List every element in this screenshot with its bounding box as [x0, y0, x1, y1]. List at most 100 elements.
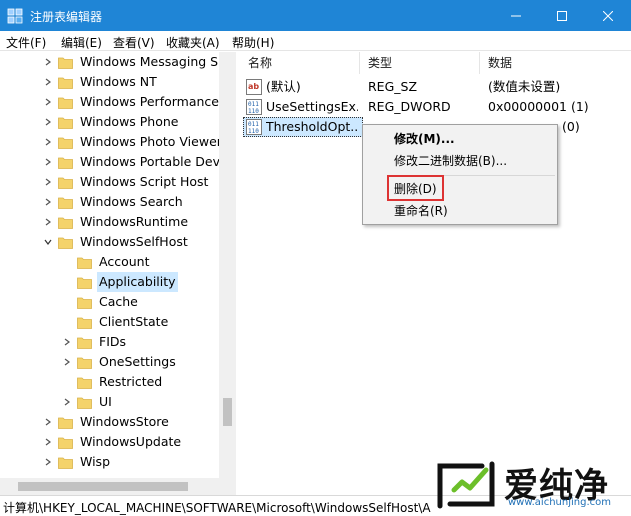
tree-item-label: Applicability: [97, 272, 178, 292]
svg-text:ab: ab: [248, 82, 259, 91]
tree-item-label: Windows NT: [80, 74, 157, 89]
tree-item-windowsupdate[interactable]: WindowsUpdate: [43, 432, 183, 452]
chevron-right-icon[interactable]: [43, 97, 53, 107]
tree-item-windowsselfhost[interactable]: WindowsSelfHost: [43, 232, 190, 252]
aichunjing-logo-icon: [437, 461, 495, 509]
column-name[interactable]: 名称: [240, 52, 360, 74]
folder-icon: [58, 176, 73, 189]
tree-item-windows-messaging-su[interactable]: Windows Messaging Su: [43, 52, 228, 72]
folder-icon: [58, 96, 73, 109]
close-button[interactable]: [585, 0, 631, 31]
tree-item-ui[interactable]: UI: [62, 392, 114, 412]
chevron-right-icon[interactable]: [43, 157, 53, 167]
tree-item-account[interactable]: Account: [62, 252, 151, 272]
string-value-icon: ab: [246, 79, 262, 95]
tree-item-label: Windows Performance T: [80, 94, 231, 109]
menu-file[interactable]: 文件(F): [6, 34, 46, 51]
chevron-right-icon[interactable]: [62, 397, 72, 407]
folder-icon: [77, 296, 92, 309]
tree-item-applicability[interactable]: Applicability: [62, 272, 178, 292]
minimize-button[interactable]: [493, 0, 539, 31]
tree-vertical-scroll-thumb[interactable]: [223, 398, 232, 426]
chevron-right-icon[interactable]: [43, 77, 53, 87]
value-row-default[interactable]: ab (默认) REG_SZ (数值未设置): [240, 77, 631, 97]
value-type: REG_DWORD: [368, 99, 451, 114]
tree-item-label: ClientState: [99, 314, 169, 329]
folder-icon: [58, 116, 73, 129]
tree-item-label: Cache: [99, 294, 138, 309]
chevron-right-icon[interactable]: [43, 457, 53, 467]
value-row-usesettings[interactable]: 011 110 UseSettingsEx... REG_DWORD 0x000…: [240, 97, 631, 117]
maximize-button[interactable]: [539, 0, 585, 31]
value-list[interactable]: 名称 类型 数据 ab (默认) REG_SZ (数值未设置) 011 110 …: [240, 52, 631, 494]
tree-item-label: Wisp: [80, 454, 111, 469]
chevron-right-icon[interactable]: [43, 137, 53, 147]
tree-item-label: Restricted: [99, 374, 163, 389]
list-header: 名称 类型 数据: [240, 52, 631, 74]
column-type[interactable]: 类型: [360, 52, 480, 74]
tree-item-fids[interactable]: FIDs: [62, 332, 128, 352]
tree-item-clientstate[interactable]: ClientState: [62, 312, 170, 332]
chevron-right-icon[interactable]: [62, 357, 72, 367]
chevron-right-icon[interactable]: [43, 437, 53, 447]
tree-item-onesettings[interactable]: OneSettings: [62, 352, 178, 372]
tree-item-restricted[interactable]: Restricted: [62, 372, 164, 392]
value-data: (数值未设置): [488, 79, 561, 94]
folder-icon: [77, 316, 92, 329]
folder-icon: [77, 256, 92, 269]
chevron-right-icon[interactable]: [62, 337, 72, 347]
tree-item-label: UI: [99, 394, 112, 409]
menu-edit[interactable]: 编辑(E): [61, 34, 102, 51]
tree-item-windows-phone[interactable]: Windows Phone: [43, 112, 181, 132]
key-path: 计算机\HKEY_LOCAL_MACHINE\SOFTWARE\Microsof…: [3, 501, 431, 515]
tree-vertical-scrollbar[interactable]: [219, 52, 236, 478]
context-item-modify-binary[interactable]: 修改二进制数据(B)...: [363, 151, 557, 171]
folder-icon: [58, 156, 73, 169]
tree-item-cache[interactable]: Cache: [62, 292, 140, 312]
chevron-right-icon[interactable]: [43, 217, 53, 227]
chevron-right-icon[interactable]: [43, 57, 53, 67]
tree-item-windows-search[interactable]: Windows Search: [43, 192, 185, 212]
tree-item-label: WindowsUpdate: [80, 434, 182, 449]
context-item-modify[interactable]: 修改(M)...: [363, 129, 557, 149]
svg-text:110: 110: [248, 108, 259, 115]
chevron-down-icon[interactable]: [43, 237, 53, 247]
value-name: ThresholdOpt...: [266, 119, 358, 134]
binary-value-icon: 011 110: [246, 119, 262, 135]
tree-horizontal-scrollbar[interactable]: [0, 478, 236, 495]
svg-text:011: 011: [248, 101, 259, 108]
tree-item-label: Windows Photo Viewer: [80, 134, 222, 149]
tree-item-label: WindowsSelfHost: [80, 234, 188, 249]
folder-icon: [58, 236, 73, 249]
tree-item-windows-performance-t[interactable]: Windows Performance T: [43, 92, 233, 112]
menu-view[interactable]: 查看(V): [113, 34, 155, 51]
chevron-right-icon[interactable]: [43, 177, 53, 187]
tree-item-wisp[interactable]: Wisp: [43, 452, 112, 472]
key-tree[interactable]: Windows Messaging Su Windows NT Windows Pe…: [0, 52, 236, 494]
tree-horizontal-scroll-thumb[interactable]: [18, 482, 188, 491]
tree-item-windows-nt[interactable]: Windows NT: [43, 72, 159, 92]
folder-icon: [58, 56, 73, 69]
maximize-icon: [557, 10, 567, 21]
menu-help[interactable]: 帮助(H): [232, 34, 274, 51]
folder-icon: [58, 456, 73, 469]
tree-item-windows-script-host[interactable]: Windows Script Host: [43, 172, 210, 192]
minimize-icon: [511, 15, 521, 16]
tree-item-windows-portable-devic[interactable]: Windows Portable Devic: [43, 152, 232, 172]
tree-item-windowsstore[interactable]: WindowsStore: [43, 412, 171, 432]
chevron-right-icon[interactable]: [43, 417, 53, 427]
tree-item-label: Windows Messaging Su: [80, 54, 227, 69]
tree-item-label: Account: [99, 254, 150, 269]
menu-favorites[interactable]: 收藏夹(A): [166, 34, 220, 51]
column-data[interactable]: 数据: [480, 52, 631, 74]
value-data: (0): [562, 119, 580, 134]
chevron-right-icon[interactable]: [43, 117, 53, 127]
tree-item-label: WindowsStore: [80, 414, 169, 429]
tree-item-windowsruntime[interactable]: WindowsRuntime: [43, 212, 190, 232]
context-item-rename[interactable]: 重命名(R): [363, 201, 557, 221]
chevron-right-icon[interactable]: [43, 197, 53, 207]
tree-item-windows-photo-viewer[interactable]: Windows Photo Viewer: [43, 132, 224, 152]
